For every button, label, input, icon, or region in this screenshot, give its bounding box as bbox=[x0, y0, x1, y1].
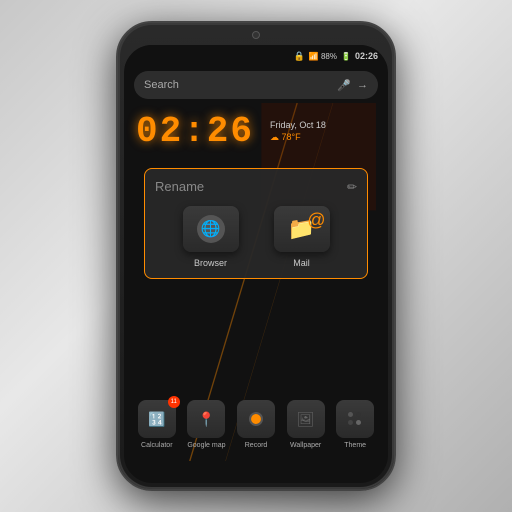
globe-icon: 🌐 bbox=[197, 215, 225, 243]
clock-weather: ☁ 78°F bbox=[270, 132, 326, 143]
mail-label: Mail bbox=[293, 258, 310, 268]
main-content: 02:26 Friday, Oct 18 ☁ 78°F Rename ✏ 🌐 bbox=[124, 103, 388, 461]
search-bar[interactable]: Search 🎤 → bbox=[134, 71, 378, 99]
wallpaper-label: Wallpaper bbox=[290, 442, 321, 449]
clock-time: 02:26 bbox=[136, 111, 254, 152]
browser-icon-container: 🌐 bbox=[183, 206, 239, 252]
edit-icon[interactable]: ✏ bbox=[347, 180, 357, 194]
lock-icon: 🔒 bbox=[294, 51, 305, 62]
mic-icon[interactable]: 🎤 bbox=[337, 79, 351, 92]
status-time: 02:26 bbox=[355, 51, 378, 61]
mail-icon-container: 📁 @ bbox=[274, 206, 330, 252]
phone-screen: 🔒 📶 88% 🔋 02:26 Search 🎤 → bbox=[124, 45, 388, 483]
arrow-icon[interactable]: → bbox=[357, 79, 368, 92]
calculator-icon-wrap: 🔢 11 bbox=[138, 400, 176, 438]
bottom-apps-row: 🔢 11 Calculator 📍 Google map bbox=[124, 400, 388, 449]
camera-dot bbox=[252, 31, 260, 39]
clock-info: Friday, Oct 18 ☁ 78°F bbox=[270, 120, 326, 143]
record-label: Record bbox=[245, 442, 268, 449]
calculator-badge: 11 bbox=[168, 396, 180, 408]
google-map-app[interactable]: 📍 Google map bbox=[187, 400, 225, 449]
status-bar: 🔒 📶 88% 🔋 02:26 bbox=[124, 45, 388, 67]
theme-icon-wrap bbox=[336, 400, 374, 438]
clock-date: Friday, Oct 18 bbox=[270, 120, 326, 130]
search-placeholder: Search bbox=[144, 79, 329, 91]
rename-header: Rename ✏ bbox=[155, 179, 357, 194]
theme-label: Theme bbox=[344, 442, 366, 449]
calculator-icon: 🔢 bbox=[148, 411, 165, 428]
map-label: Google map bbox=[187, 442, 225, 449]
signal-icon: 📶 88% bbox=[309, 52, 337, 61]
search-icons: 🎤 → bbox=[337, 79, 368, 92]
calculator-label: Calculator bbox=[141, 442, 173, 449]
wallpaper-icon: 🖼 bbox=[297, 411, 315, 428]
wallpaper-icon-wrap: 🖼 bbox=[287, 400, 325, 438]
record-app[interactable]: Record bbox=[237, 400, 275, 449]
theme-icon bbox=[348, 412, 362, 426]
record-icon-wrap bbox=[237, 400, 275, 438]
browser-app[interactable]: 🌐 Browser bbox=[183, 206, 239, 268]
record-icon bbox=[249, 412, 263, 426]
theme-app[interactable]: Theme bbox=[336, 400, 374, 449]
mail-app[interactable]: 📁 @ Mail bbox=[274, 206, 330, 268]
rename-title: Rename bbox=[155, 179, 204, 194]
rename-popup: Rename ✏ 🌐 Browser 📁 @ bbox=[144, 168, 368, 279]
calculator-app[interactable]: 🔢 11 Calculator bbox=[138, 400, 176, 449]
folder-apps: 🌐 Browser 📁 @ Mail bbox=[155, 206, 357, 268]
clock-area: 02:26 Friday, Oct 18 ☁ 78°F bbox=[136, 111, 376, 152]
browser-label: Browser bbox=[194, 258, 227, 268]
at-icon: @ bbox=[307, 210, 325, 231]
battery-icon: 🔋 bbox=[341, 52, 351, 61]
wallpaper-app[interactable]: 🖼 Wallpaper bbox=[287, 400, 325, 449]
map-icon-wrap: 📍 bbox=[187, 400, 225, 438]
phone-device: 🔒 📶 88% 🔋 02:26 Search 🎤 → bbox=[116, 21, 396, 491]
map-icon: 📍 bbox=[198, 411, 215, 428]
